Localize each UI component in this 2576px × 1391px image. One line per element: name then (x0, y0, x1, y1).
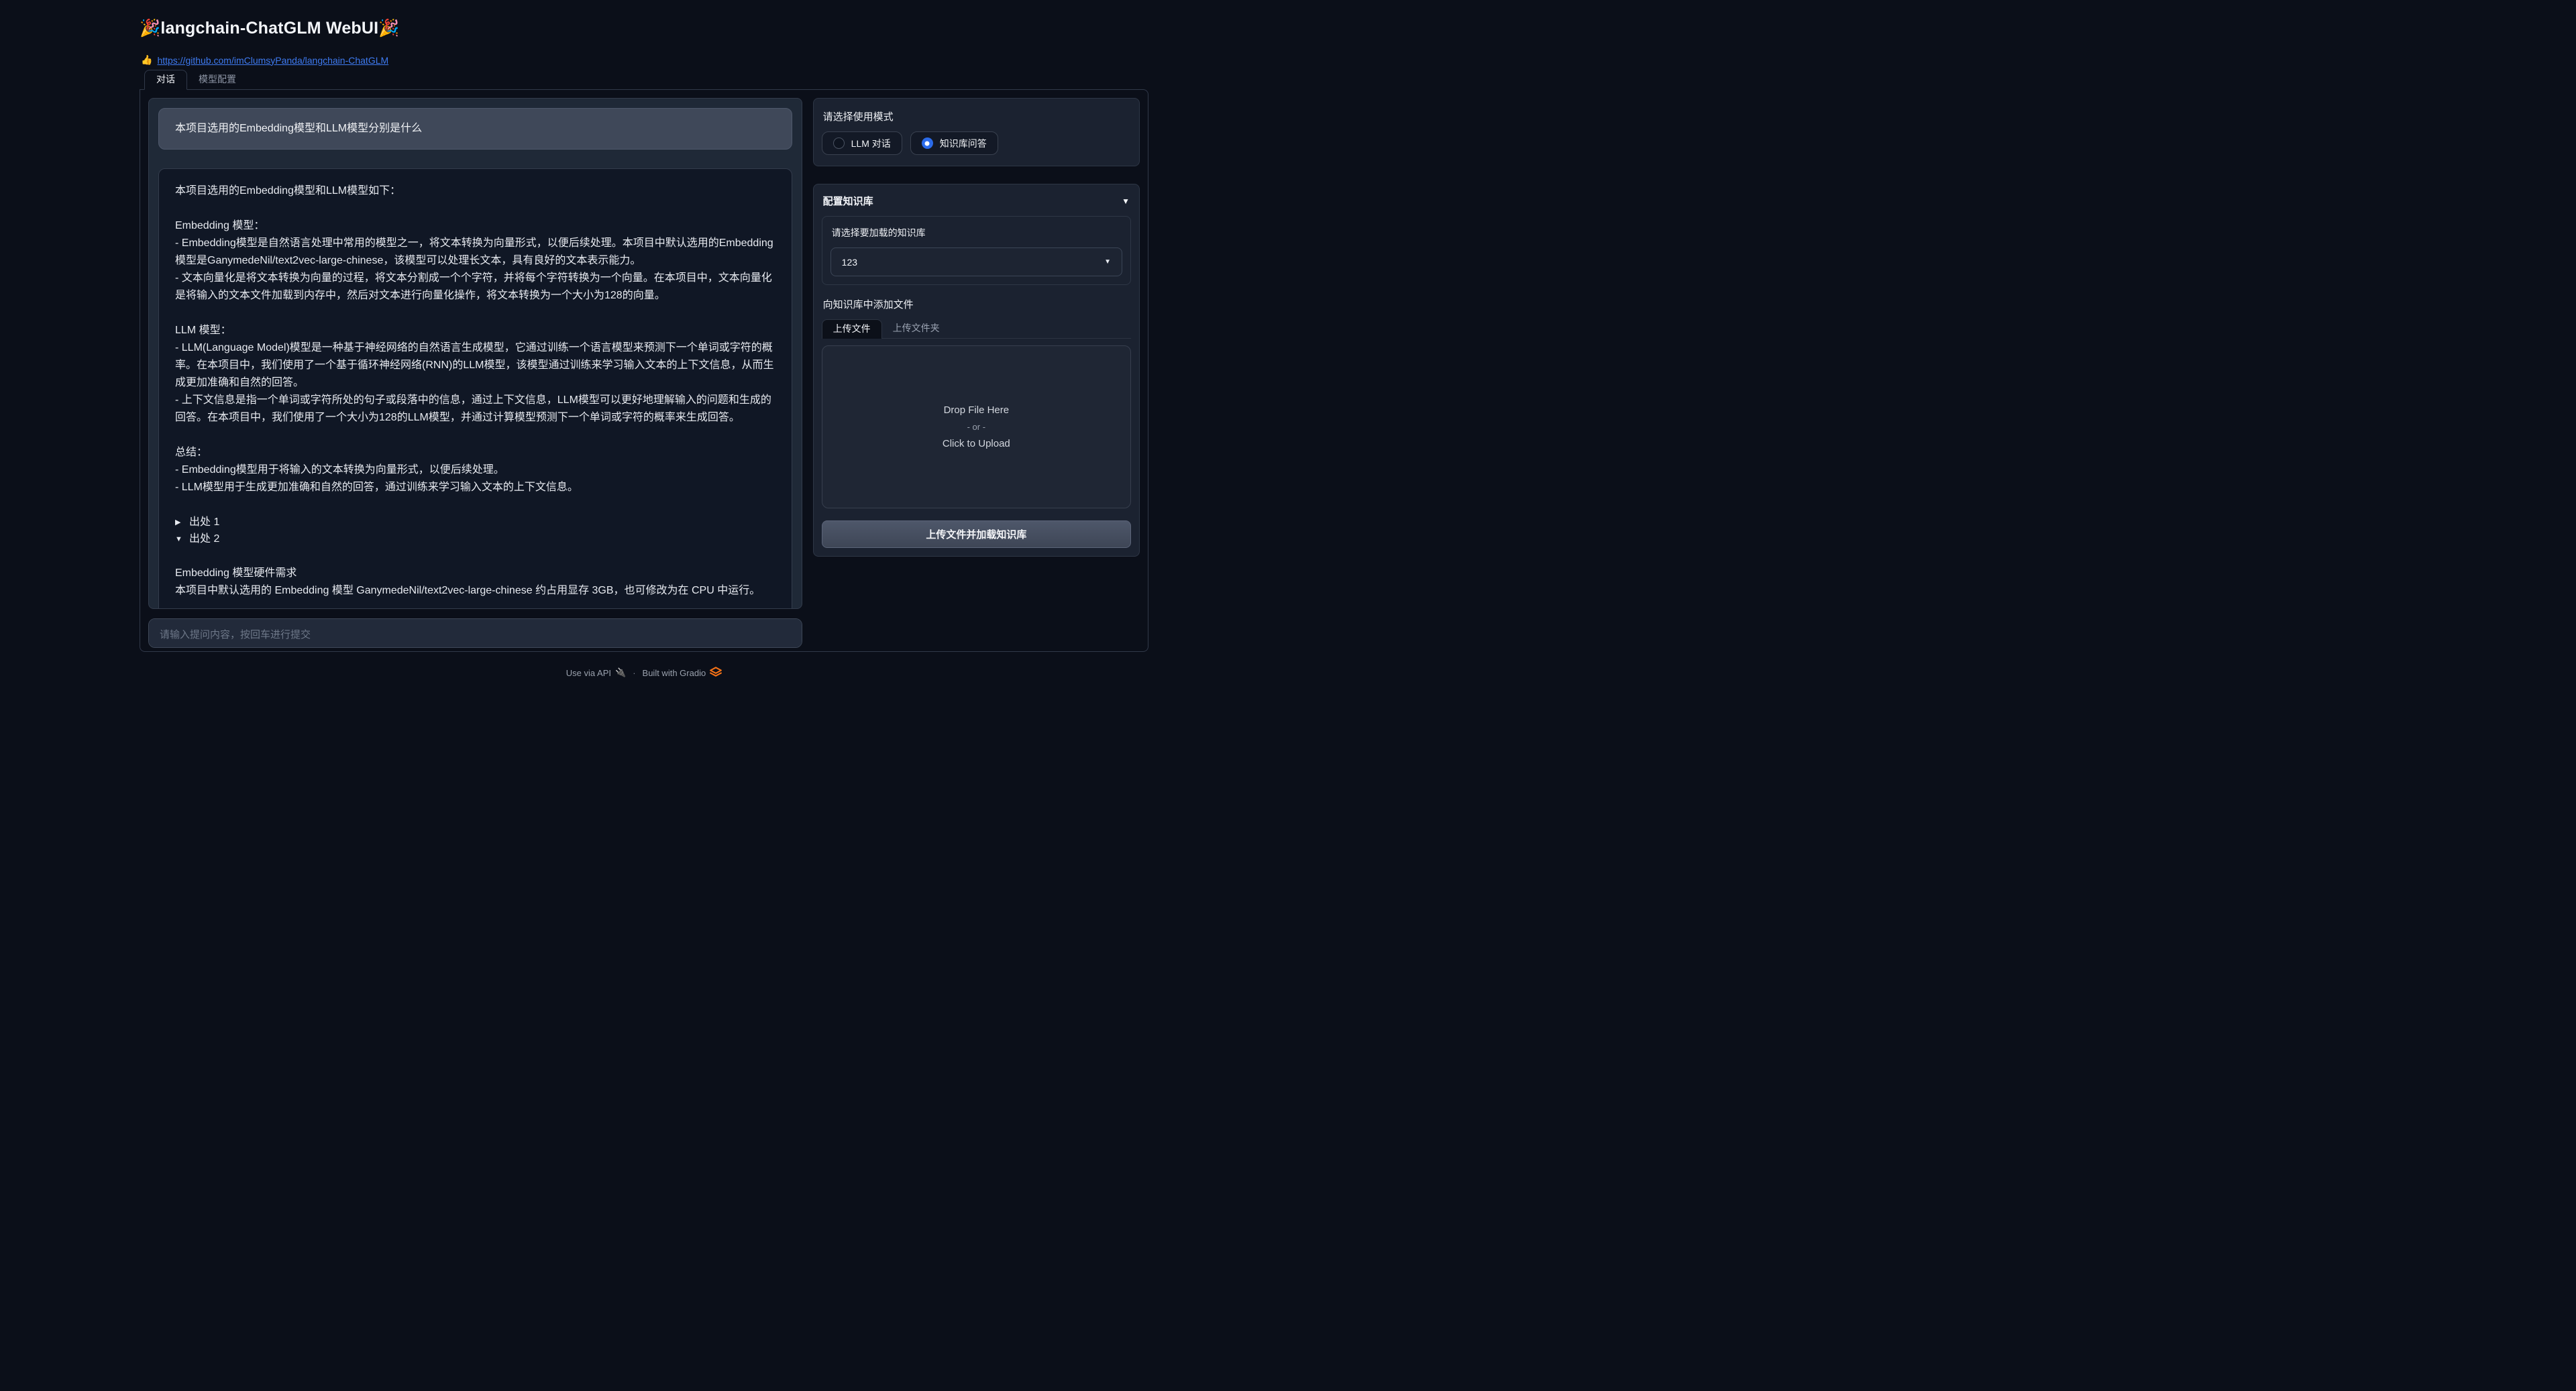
bot-paragraph: 总结： - Embedding模型用于将输入的文本转换为向量形式，以便后续处理。… (175, 444, 775, 496)
source-1-label: 出处 1 (189, 514, 219, 531)
github-link[interactable]: https://github.com/imClumsyPanda/langcha… (157, 55, 388, 66)
radio-llm-chat-label: LLM 对话 (851, 137, 891, 150)
tab-model-config[interactable]: 模型配置 (187, 70, 248, 89)
chatbot-panel: 本项目选用的Embedding模型和LLM模型分别是什么 本项目选用的Embed… (148, 98, 802, 609)
source-2-content: Embedding 模型硬件需求 本项目中默认选用的 Embedding 模型 … (175, 565, 775, 600)
kb-config-title: 配置知识库 (823, 194, 873, 208)
plug-icon: 🔌 (615, 667, 626, 678)
footer-separator: · (633, 668, 635, 678)
chat-column: 本项目选用的Embedding模型和LLM模型分别是什么 本项目选用的Embed… (148, 98, 802, 648)
mode-select-box: 请选择使用模式 LLM 对话 知识库问答 (813, 98, 1140, 166)
kb-dropdown[interactable]: 123 ▼ (830, 247, 1122, 276)
expanded-arrow-icon: ▼ (175, 531, 183, 548)
kb-select-box: 请选择要加载的知识库 123 ▼ (822, 216, 1131, 285)
bot-paragraph: Embedding 模型： - Embedding模型是自然语言处理中常用的模型… (175, 217, 775, 304)
radio-off-icon (833, 137, 845, 149)
footer: Use via API 🔌 · Built with Gradio (140, 667, 1148, 679)
source-1-toggle[interactable]: ▶ 出处 1 (175, 514, 775, 531)
dropdown-caret-icon: ▼ (1104, 258, 1111, 266)
mode-select-label: 请选择使用模式 (823, 109, 1130, 123)
settings-column: 请选择使用模式 LLM 对话 知识库问答 配置知识库 (813, 98, 1140, 648)
collapsed-arrow-icon: ▶ (175, 514, 183, 531)
radio-llm-chat[interactable]: LLM 对话 (822, 131, 902, 155)
built-with-gradio-label: Built with Gradio (643, 668, 706, 678)
radio-on-icon (922, 137, 933, 149)
bot-paragraph: LLM 模型： - LLM(Language Model)模型是一种基于神经网络… (175, 322, 775, 427)
source-2-label: 出处 2 (189, 531, 219, 548)
github-link-row: 👍 https://github.com/imClumsyPanda/langc… (141, 54, 1148, 66)
dropzone-line-1: Drop File Here (944, 404, 1010, 416)
kb-config-panel: 配置知识库 ▼ 请选择要加载的知识库 123 ▼ 向知识库中添加文件 上传文件 … (813, 184, 1140, 557)
kb-accordion-header[interactable]: 配置知识库 ▼ (823, 194, 1130, 208)
tab-upload-folder[interactable]: 上传文件夹 (882, 319, 951, 338)
radio-knowledge-qa[interactable]: 知识库问答 (910, 131, 998, 155)
use-via-api-label: Use via API (566, 668, 611, 678)
use-via-api-link[interactable]: Use via API 🔌 (566, 667, 626, 678)
kb-add-file-label: 向知识库中添加文件 (823, 297, 1130, 311)
page-title: 🎉langchain-ChatGLM WebUI🎉 (140, 19, 1148, 38)
dropzone-line-2: - or - (967, 422, 985, 432)
upload-and-load-kb-button[interactable]: 上传文件并加载知识库 (822, 520, 1131, 548)
page-container: 🎉langchain-ChatGLM WebUI🎉 👍 https://gith… (140, 0, 1148, 679)
chat-tab-panel: 本项目选用的Embedding模型和LLM模型分别是什么 本项目选用的Embed… (140, 89, 1148, 652)
thumbs-up-icon: 👍 (141, 54, 152, 66)
upload-tabs: 上传文件 上传文件夹 (822, 319, 1131, 339)
dropzone-line-3: Click to Upload (943, 438, 1010, 449)
radio-knowledge-qa-label: 知识库问答 (940, 137, 987, 150)
user-message: 本项目选用的Embedding模型和LLM模型分别是什么 (158, 108, 792, 150)
kb-select-label: 请选择要加载的知识库 (832, 226, 1121, 239)
gradio-logo-icon (710, 667, 722, 679)
tab-upload-file[interactable]: 上传文件 (822, 319, 882, 339)
kb-dropdown-value: 123 (842, 257, 857, 268)
source-2-toggle[interactable]: ▼ 出处 2 (175, 531, 775, 547)
bot-message: 本项目选用的Embedding模型和LLM模型如下： Embedding 模型：… (158, 168, 792, 609)
question-input[interactable] (148, 618, 802, 648)
main-tabs: 对话 模型配置 (140, 70, 1148, 89)
built-with-gradio-link[interactable]: Built with Gradio (643, 667, 722, 679)
accordion-collapse-icon: ▼ (1122, 197, 1130, 206)
file-dropzone[interactable]: Drop File Here - or - Click to Upload (822, 345, 1131, 508)
bot-paragraph: 本项目选用的Embedding模型和LLM模型如下： (175, 182, 775, 200)
tab-chat[interactable]: 对话 (144, 70, 187, 90)
mode-radio-group: LLM 对话 知识库问答 (822, 131, 1131, 155)
